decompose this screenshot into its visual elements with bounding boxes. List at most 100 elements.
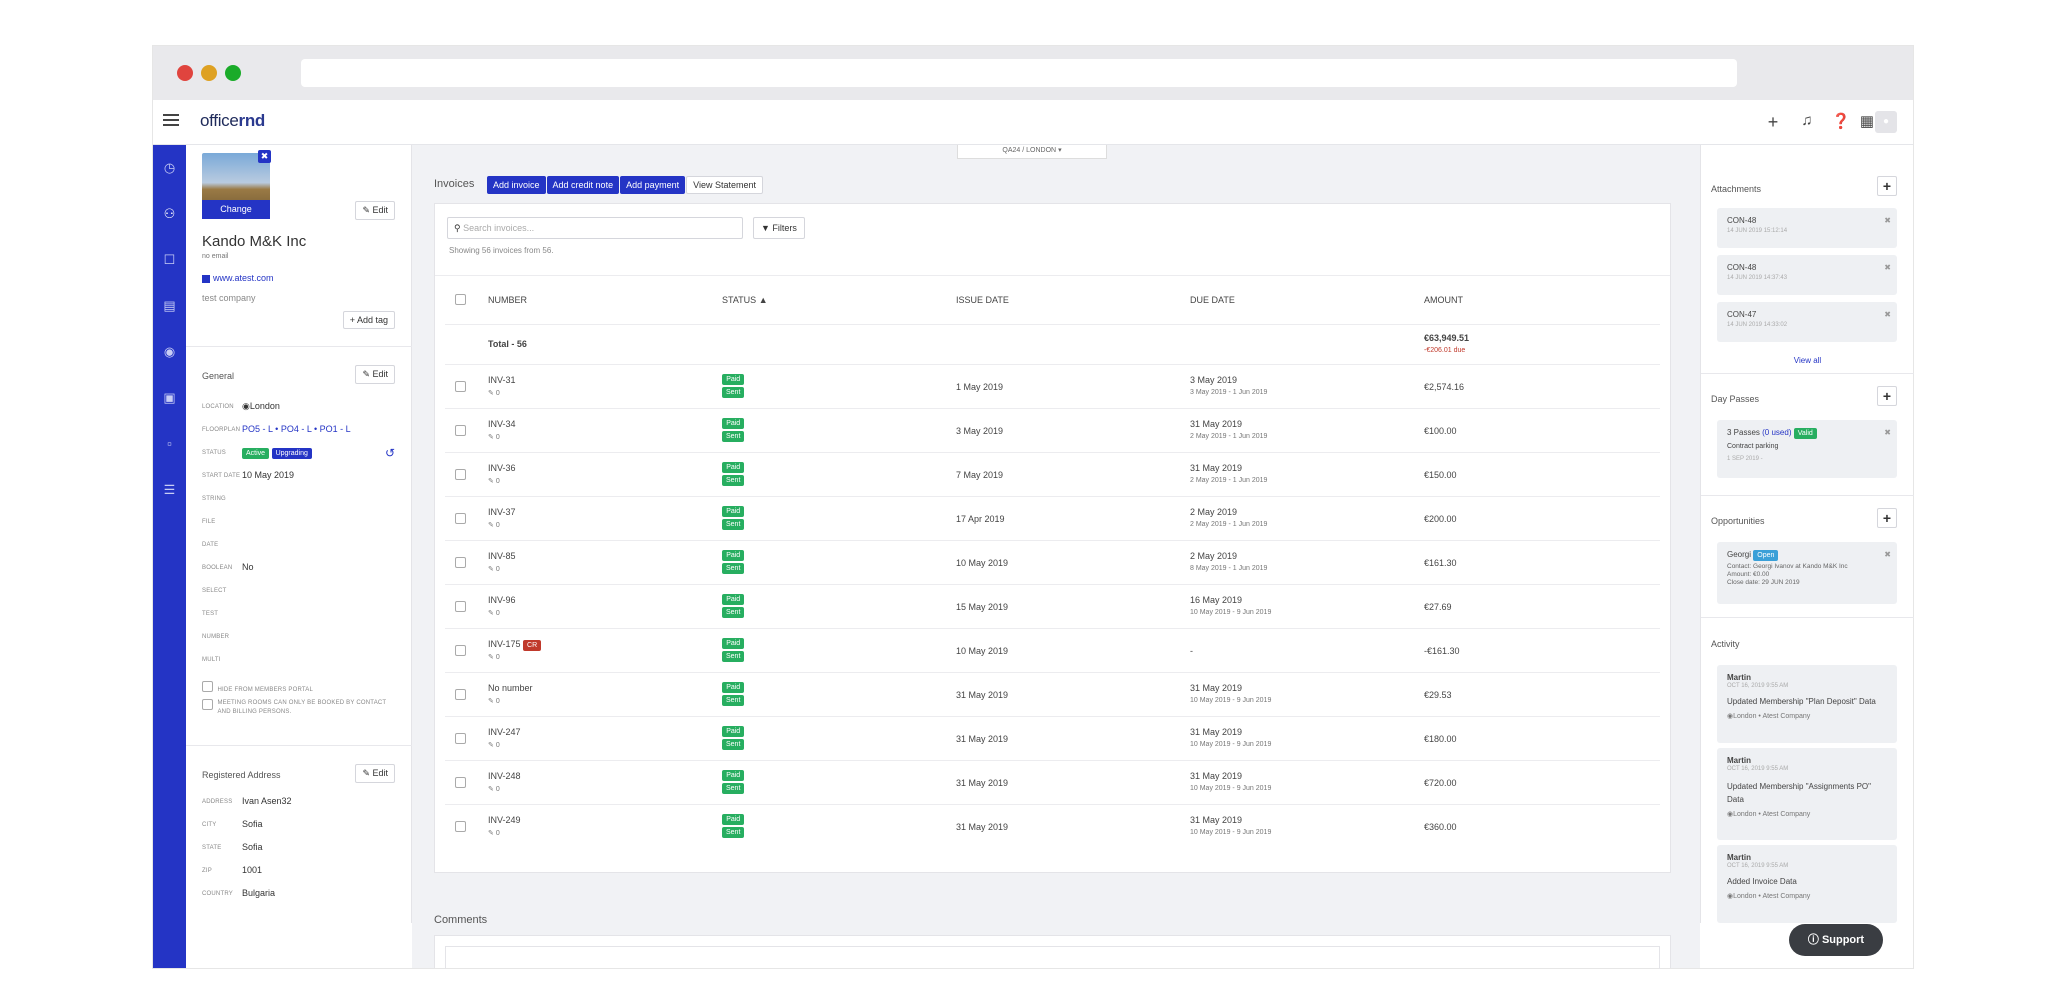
edit-general-button[interactable]: ✎ Edit: [355, 365, 395, 384]
invoice-number[interactable]: INV-248: [488, 771, 521, 781]
location-icon[interactable]: ◉: [153, 329, 186, 375]
table-row[interactable]: INV-31 ✎ 0 Paid Sent 1 May 2019 3 May 2019 3 M…: [445, 364, 1660, 408]
remove-icon[interactable]: ✖: [1884, 216, 1891, 225]
select-all-checkbox[interactable]: [455, 294, 466, 305]
row-checkbox[interactable]: [455, 425, 466, 436]
attachment-item[interactable]: CON-47 14 JUN 2019 14:33:02 ✖: [1717, 302, 1897, 342]
invoice-number[interactable]: INV-85: [488, 551, 516, 561]
billing-icon[interactable]: ▤: [153, 283, 186, 329]
maximize-dot-icon[interactable]: [225, 65, 241, 81]
row-checkbox[interactable]: [455, 557, 466, 568]
settings-icon[interactable]: ☰: [153, 467, 186, 513]
comment-input[interactable]: [445, 946, 1660, 969]
invoice-number[interactable]: No number: [488, 683, 533, 693]
invoice-amount: €100.00: [1424, 426, 1457, 436]
view-statement-button[interactable]: View Statement: [686, 176, 763, 194]
table-row[interactable]: INV-96 ✎ 0 Paid Sent 15 May 2019 16 May 2019 1…: [445, 584, 1660, 628]
col-number[interactable]: NUMBER: [488, 295, 527, 305]
day-pass-card[interactable]: 3 Passes (0 used) Valid Contract parking…: [1717, 420, 1897, 478]
status-cell: Paid Sent: [722, 418, 745, 442]
menu-icon[interactable]: [163, 114, 179, 126]
row-checkbox[interactable]: [455, 513, 466, 524]
billing-period: 2 May 2019 - 1 Jun 2019: [1190, 521, 1268, 528]
floorplan-links[interactable]: PO5 - L • PO4 - L • PO1 - L: [242, 424, 351, 434]
user-avatar[interactable]: ●: [1875, 111, 1897, 133]
add-invoice-button[interactable]: Add invoice: [487, 176, 546, 194]
remove-photo-icon[interactable]: ✖: [258, 150, 271, 163]
col-issue-date[interactable]: ISSUE DATE: [956, 295, 1009, 305]
chat-icon[interactable]: ☐: [153, 237, 186, 283]
filters-button[interactable]: ▼ Filters: [753, 217, 805, 239]
row-checkbox[interactable]: [455, 821, 466, 832]
table-row[interactable]: INV-248 ✎ 0 Paid Sent 31 May 2019 31 May 2019…: [445, 760, 1660, 804]
edit-profile-button[interactable]: ✎ Edit: [355, 201, 395, 220]
close-icon[interactable]: ✖: [1884, 428, 1891, 437]
row-checkbox[interactable]: [455, 381, 466, 392]
invoice-number[interactable]: INV-249: [488, 815, 521, 825]
row-checkbox[interactable]: [455, 777, 466, 788]
add-opportunity-button[interactable]: +: [1877, 508, 1897, 528]
activity-location: London: [1733, 713, 1757, 720]
members-icon[interactable]: ⚇: [153, 191, 186, 237]
calendar-icon[interactable]: ▣: [153, 375, 186, 421]
add-attachment-button[interactable]: +: [1877, 176, 1897, 196]
view-all-link[interactable]: View all: [1701, 356, 1914, 365]
table-row[interactable]: INV-247 ✎ 0 Paid Sent 31 May 2019 31 May 2019…: [445, 716, 1660, 760]
invoice-number[interactable]: INV-175 CR: [488, 639, 542, 651]
logo[interactable]: officernd: [200, 111, 265, 131]
meeting-rooms-checkbox[interactable]: [202, 699, 213, 710]
row-checkbox[interactable]: [455, 733, 466, 744]
attachment-item[interactable]: CON-48 14 JUN 2019 15:12:14 ✖: [1717, 208, 1897, 248]
main-content: QA24 / LONDON ▾ Invoices Add invoice Add …: [412, 145, 1700, 969]
opportunity-card[interactable]: Georgi Open Contact: Georgi Ivanov at Ka…: [1717, 542, 1897, 604]
attachment-item[interactable]: CON-48 14 JUN 2019 14:37:43 ✖: [1717, 255, 1897, 295]
remove-icon[interactable]: ✖: [1884, 263, 1891, 272]
add-tag-button[interactable]: + Add tag: [342, 311, 395, 329]
col-status[interactable]: STATUS ▲: [722, 295, 768, 305]
row-checkbox[interactable]: [455, 469, 466, 480]
dashboard-icon[interactable]: ◷: [153, 145, 186, 191]
remove-icon[interactable]: ✖: [1884, 310, 1891, 319]
invoice-number[interactable]: INV-37: [488, 507, 516, 517]
table-row[interactable]: No number ✎ 0 Paid Sent 31 May 2019 31 May 20…: [445, 672, 1660, 716]
support-button[interactable]: ⓘ Support: [1789, 924, 1883, 956]
field-label: MULTI: [202, 656, 221, 663]
invoice-number[interactable]: INV-31: [488, 375, 516, 385]
plus-icon[interactable]: +: [1763, 112, 1783, 133]
add-payment-button[interactable]: Add payment: [620, 176, 686, 194]
document-icon[interactable]: ▫: [153, 421, 186, 467]
col-due-date[interactable]: DUE DATE: [1190, 295, 1235, 305]
history-icon[interactable]: ↺: [385, 446, 395, 460]
apps-icon[interactable]: ▦: [1857, 112, 1877, 130]
row-checkbox[interactable]: [455, 645, 466, 656]
col-amount[interactable]: AMOUNT: [1424, 295, 1463, 305]
help-icon[interactable]: ❓: [1831, 112, 1851, 130]
close-dot-icon[interactable]: [177, 65, 193, 81]
table-row[interactable]: INV-34 ✎ 0 Paid Sent 3 May 2019 31 May 2019 2 …: [445, 408, 1660, 452]
table-row[interactable]: INV-37 ✎ 0 Paid Sent 17 Apr 2019 2 May 2019 2 …: [445, 496, 1660, 540]
table-row[interactable]: INV-175 CR ✎ 0 Paid Sent 10 May 2019 - -€161.3…: [445, 628, 1660, 672]
row-checkbox[interactable]: [455, 601, 466, 612]
invoice-number[interactable]: INV-34: [488, 419, 516, 429]
breadcrumb[interactable]: QA24 / LONDON ▾: [957, 145, 1107, 159]
search-input[interactable]: ⚲ Search invoices...: [447, 217, 743, 239]
invoice-amount: -€161.30: [1424, 646, 1460, 656]
invoice-number[interactable]: INV-36: [488, 463, 516, 473]
row-checkbox[interactable]: [455, 689, 466, 700]
add-credit-note-button[interactable]: Add credit note: [546, 176, 620, 194]
hide-portal-checkbox[interactable]: [202, 681, 213, 693]
edit-address-button[interactable]: ✎ Edit: [355, 764, 395, 783]
bell-icon[interactable]: ♫: [1797, 112, 1817, 129]
table-row[interactable]: INV-85 ✎ 0 Paid Sent 10 May 2019 2 May 2019 8 …: [445, 540, 1660, 584]
change-photo-button[interactable]: Change: [202, 200, 270, 219]
table-row[interactable]: INV-249 ✎ 0 Paid Sent 31 May 2019 31 May 2019…: [445, 804, 1660, 848]
website-link[interactable]: www.atest.com: [202, 273, 274, 283]
close-icon[interactable]: ✖: [1884, 550, 1891, 559]
comments-count-text: 0: [495, 566, 500, 573]
invoice-number[interactable]: INV-96: [488, 595, 516, 605]
add-day-pass-button[interactable]: +: [1877, 386, 1897, 406]
minimize-dot-icon[interactable]: [201, 65, 217, 81]
address-bar[interactable]: [301, 59, 1737, 87]
invoice-number[interactable]: INV-247: [488, 727, 521, 737]
table-row[interactable]: INV-36 ✎ 0 Paid Sent 7 May 2019 31 May 2019 2 …: [445, 452, 1660, 496]
